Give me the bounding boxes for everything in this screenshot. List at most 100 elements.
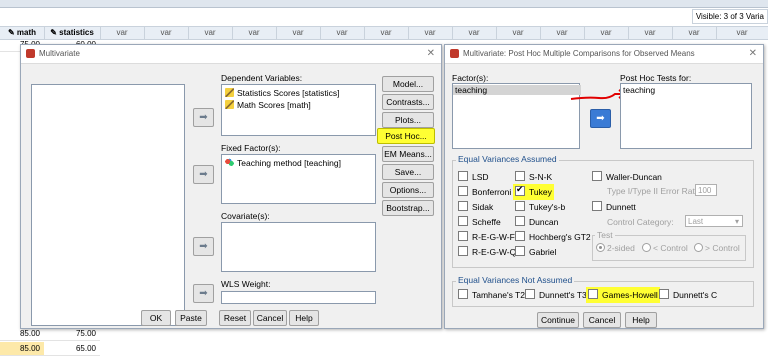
dependent-variables-list[interactable]: Statistics Scores [statistics] Math Scor… bbox=[221, 84, 376, 136]
list-item[interactable]: teaching bbox=[453, 85, 581, 95]
column-header-var[interactable]: var bbox=[100, 27, 145, 39]
less-than-control-radio[interactable]: < Control bbox=[642, 243, 688, 254]
regwq-checkbox[interactable]: R-E-G-W-Q bbox=[458, 246, 516, 258]
reset-button[interactable]: Reset bbox=[219, 310, 251, 326]
column-header-var[interactable]: var bbox=[232, 27, 277, 39]
plots-button[interactable]: Plots... bbox=[382, 112, 434, 128]
column-header-var[interactable]: var bbox=[628, 27, 673, 39]
column-header-var[interactable]: var bbox=[672, 27, 717, 39]
dunnetts-c-checkbox[interactable]: Dunnett's C bbox=[659, 289, 717, 301]
visible-vars-indicator: Visible: 3 of 3 Varia bbox=[691, 9, 768, 24]
column-header-var[interactable]: var bbox=[496, 27, 541, 39]
column-header-var[interactable]: var bbox=[144, 27, 189, 39]
factors-list[interactable]: teaching bbox=[452, 83, 581, 149]
column-header-var[interactable]: var bbox=[716, 27, 768, 39]
fixed-factors-list[interactable]: Teaching method [teaching] bbox=[221, 154, 376, 204]
toolbar-strip bbox=[0, 0, 768, 8]
column-header-var[interactable]: var bbox=[540, 27, 585, 39]
greater-than-control-radio[interactable]: > Control bbox=[694, 243, 740, 254]
list-item[interactable]: Statistics Scores [statistics] bbox=[225, 88, 340, 98]
dialog-title: Multivariate bbox=[39, 49, 80, 58]
em-means-button[interactable]: EM Means... bbox=[382, 146, 434, 162]
options-button[interactable]: Options... bbox=[382, 182, 434, 198]
column-header-var[interactable]: var bbox=[188, 27, 233, 39]
column-header-var[interactable]: var bbox=[584, 27, 629, 39]
source-variable-list[interactable] bbox=[31, 84, 185, 326]
control-category-select[interactable]: Last ▾ bbox=[685, 215, 743, 227]
continue-button[interactable]: Continue bbox=[537, 312, 579, 328]
dunnett-checkbox[interactable]: Dunnett bbox=[592, 201, 636, 213]
waller-duncan-checkbox[interactable]: Waller-Duncan bbox=[592, 171, 662, 183]
multivariate-dialog: Multivariate ✕ Dependent Variables: Stat… bbox=[20, 44, 442, 329]
close-icon[interactable]: ✕ bbox=[749, 45, 757, 63]
save-button[interactable]: Save... bbox=[382, 164, 434, 180]
spss-app-icon bbox=[450, 49, 459, 58]
hochberg-checkbox[interactable]: Hochberg's GT2 bbox=[515, 231, 591, 243]
ok-button[interactable]: OK bbox=[141, 310, 171, 326]
cell-statistics[interactable]: 65.00 bbox=[44, 342, 100, 356]
equal-variances-assumed-title: Equal Variances Assumed bbox=[456, 154, 559, 164]
snk-checkbox[interactable]: S-N-K bbox=[515, 171, 552, 183]
dependent-variables-label: Dependent Variables: bbox=[221, 73, 303, 83]
list-item[interactable]: teaching bbox=[623, 85, 655, 95]
column-header-var[interactable]: var bbox=[408, 27, 453, 39]
factors-label: Factor(s): bbox=[452, 73, 489, 83]
covariates-list[interactable] bbox=[221, 222, 376, 272]
bootstrap-button[interactable]: Bootstrap... bbox=[382, 200, 434, 216]
post-hoc-tests-for-list[interactable]: teaching bbox=[620, 83, 752, 149]
post-hoc-titlebar: Multivariate: Post Hoc Multiple Comparis… bbox=[445, 45, 763, 64]
column-header-var[interactable]: var bbox=[364, 27, 409, 39]
close-icon[interactable]: ✕ bbox=[427, 45, 435, 63]
paste-button[interactable]: Paste bbox=[175, 310, 207, 326]
test-group-title: Test bbox=[595, 230, 615, 240]
cancel-button[interactable]: Cancel bbox=[253, 310, 287, 326]
covariates-label: Covariate(s): bbox=[221, 211, 270, 221]
duncan-checkbox[interactable]: Duncan bbox=[515, 216, 558, 228]
contrasts-button[interactable]: Contrasts... bbox=[382, 94, 434, 110]
move-to-wls-arrow-icon[interactable]: ➡ bbox=[193, 284, 214, 303]
tamhane-checkbox[interactable]: Tamhane's T2 bbox=[458, 289, 525, 301]
post-hoc-button[interactable]: Post Hoc... bbox=[377, 128, 435, 144]
scale-variable-icon bbox=[225, 88, 234, 97]
cell-math[interactable]: 85.00 bbox=[0, 342, 44, 356]
post-hoc-dialog: Multivariate: Post Hoc Multiple Comparis… bbox=[444, 44, 764, 329]
move-to-dependent-arrow-icon[interactable]: ➡ bbox=[193, 108, 214, 127]
fixed-factors-label: Fixed Factor(s): bbox=[221, 143, 281, 153]
cancel-button[interactable]: Cancel bbox=[583, 312, 621, 328]
nominal-variable-icon bbox=[225, 158, 234, 167]
column-header-var[interactable]: var bbox=[452, 27, 497, 39]
scheffe-checkbox[interactable]: Scheffe bbox=[458, 216, 501, 228]
cell-statistics[interactable]: 75.00 bbox=[44, 327, 100, 341]
column-header-var[interactable]: var bbox=[320, 27, 365, 39]
lsd-checkbox[interactable]: LSD bbox=[458, 171, 489, 183]
cell-math[interactable]: 85.00 bbox=[0, 327, 44, 341]
two-sided-radio[interactable]: 2-sided bbox=[596, 243, 635, 254]
tukey-checkbox[interactable]: Tukey bbox=[513, 184, 554, 200]
move-to-covariates-arrow-icon[interactable]: ➡ bbox=[193, 237, 214, 256]
sidak-checkbox[interactable]: Sidak bbox=[458, 201, 493, 213]
post-hoc-tests-for-label: Post Hoc Tests for: bbox=[620, 73, 692, 83]
spss-app-icon bbox=[26, 49, 35, 58]
type-ratio-label: Type I/Type II Error Ratio: bbox=[607, 186, 704, 196]
wls-weight-label: WLS Weight: bbox=[221, 279, 271, 289]
multivariate-titlebar: Multivariate ✕ bbox=[21, 45, 441, 64]
move-to-tests-arrow-icon[interactable]: ➡ bbox=[590, 109, 611, 128]
list-item[interactable]: Teaching method [teaching] bbox=[225, 158, 341, 168]
games-howell-checkbox[interactable]: Games-Howell bbox=[586, 287, 660, 303]
list-item[interactable]: Math Scores [math] bbox=[225, 100, 311, 110]
model-button[interactable]: Model... bbox=[382, 76, 434, 92]
control-category-label: Control Category: bbox=[607, 217, 674, 227]
equal-variances-not-assumed-title: Equal Variances Not Assumed bbox=[456, 275, 575, 285]
bonferroni-checkbox[interactable]: Bonferroni bbox=[458, 186, 511, 198]
move-to-fixed-arrow-icon[interactable]: ➡ bbox=[193, 165, 214, 184]
tukeys-b-checkbox[interactable]: Tukey's-b bbox=[515, 201, 565, 213]
gabriel-checkbox[interactable]: Gabriel bbox=[515, 246, 556, 258]
type-ratio-field[interactable]: 100 bbox=[695, 184, 717, 196]
regwf-checkbox[interactable]: R-E-G-W-F bbox=[458, 231, 515, 243]
help-button[interactable]: Help bbox=[289, 310, 319, 326]
dunnetts-t3-checkbox[interactable]: Dunnett's T3 bbox=[525, 289, 587, 301]
help-button[interactable]: Help bbox=[625, 312, 657, 328]
column-header-var[interactable]: var bbox=[276, 27, 321, 39]
wls-weight-field[interactable] bbox=[221, 291, 376, 304]
column-header-row: ✎ math ✎ statistics var var var var var … bbox=[0, 26, 768, 40]
